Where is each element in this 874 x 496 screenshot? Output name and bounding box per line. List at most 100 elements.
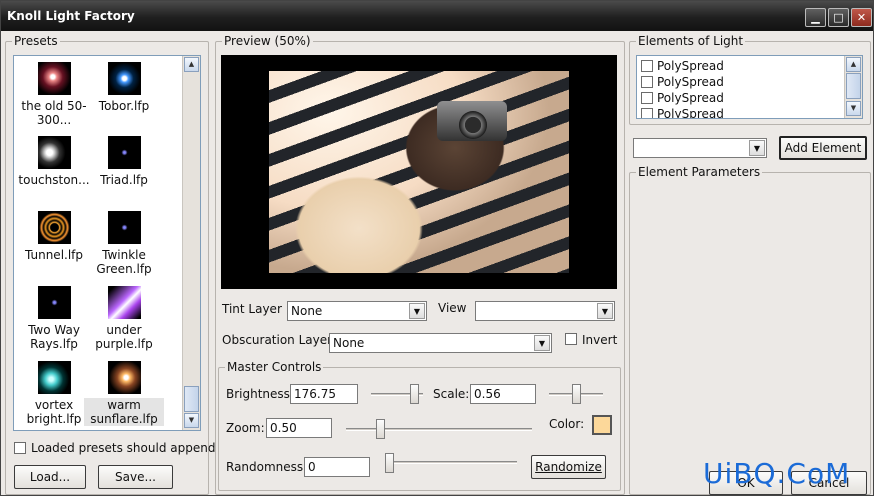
tint-layer-select[interactable]: None ▼ <box>287 301 427 321</box>
close-button[interactable]: ✕ <box>851 8 872 27</box>
preset-item[interactable]: Triad.lfp <box>84 136 164 187</box>
append-checkbox[interactable] <box>14 442 26 454</box>
preset-name: Tobor.lfp <box>98 99 150 113</box>
minimize-icon: ▁ <box>811 11 820 24</box>
scroll-up-icon[interactable]: ▲ <box>846 57 861 72</box>
brightness-label: Brightness: <box>226 387 294 401</box>
preset-item[interactable]: under purple.lfp <box>84 286 164 351</box>
save-button[interactable]: Save... <box>98 465 173 489</box>
randomness-label: Randomness: <box>226 460 308 474</box>
scroll-down-icon[interactable]: ▼ <box>846 101 861 116</box>
view-select[interactable]: ▼ <box>475 301 615 321</box>
preset-name: Tunnel.lfp <box>24 248 84 262</box>
zoom-slider-track[interactable] <box>346 428 532 431</box>
color-swatch[interactable] <box>592 415 612 435</box>
zoom-input[interactable]: 0.50 <box>266 418 332 438</box>
preset-name: touchston... <box>18 173 90 187</box>
invert-label: Invert <box>582 333 618 347</box>
preset-item[interactable]: Tobor.lfp <box>84 62 164 113</box>
preset-item[interactable]: warm sunflare.lfp <box>84 361 164 426</box>
element-checkbox[interactable] <box>641 108 653 118</box>
chevron-down-icon[interactable]: ▼ <box>597 303 613 319</box>
element-label: PolySpread <box>657 59 724 73</box>
element-list-item[interactable]: PolySpread <box>641 106 724 119</box>
preset-name: Two Way Rays.lfp <box>28 323 80 351</box>
maximize-icon: □ <box>833 11 844 24</box>
camera-lens-shape <box>459 111 487 139</box>
preset-name: Twinkle Green.lfp <box>96 248 152 276</box>
flare-sun-icon <box>107 361 141 394</box>
element-list-item[interactable]: PolySpread <box>641 74 724 90</box>
add-element-button[interactable]: Add Element <box>779 136 867 160</box>
flare-white-icon <box>37 136 71 169</box>
tint-layer-label: Tint Layer <box>222 302 282 316</box>
scale-label: Scale: <box>433 387 470 401</box>
presets-scrollbar[interactable]: ▲ ▼ <box>182 56 200 430</box>
element-checkbox[interactable] <box>641 60 653 72</box>
flare-dot-icon <box>107 211 141 244</box>
obscuration-value: None <box>333 336 365 350</box>
preset-item[interactable]: Twinkle Green.lfp <box>84 211 164 276</box>
chevron-down-icon[interactable]: ▼ <box>749 140 765 156</box>
element-label: PolySpread <box>657 91 724 105</box>
zoom-label: Zoom: <box>226 421 265 435</box>
zoom-slider-thumb[interactable] <box>376 419 385 439</box>
preset-item[interactable]: the old 50-300... <box>14 62 94 127</box>
view-label: View <box>438 301 467 315</box>
title-bar[interactable]: Knoll Light Factory ▁ □ ✕ <box>1 1 873 31</box>
chevron-down-icon[interactable]: ▼ <box>409 303 425 319</box>
element-checkbox[interactable] <box>641 76 653 88</box>
master-controls-label: Master Controls <box>225 360 324 374</box>
preset-item[interactable]: touchston... <box>14 136 94 187</box>
scroll-thumb[interactable] <box>846 73 861 99</box>
scale-slider-thumb[interactable] <box>572 384 581 404</box>
element-type-select[interactable]: ▼ <box>633 138 767 158</box>
preset-item[interactable]: Tunnel.lfp <box>14 211 94 262</box>
preview-canvas[interactable] <box>221 55 617 289</box>
flare-dot-icon <box>37 286 71 319</box>
randomness-slider-thumb[interactable] <box>385 453 394 473</box>
flare-rings-icon <box>37 211 71 244</box>
flare-warm-icon <box>37 62 71 95</box>
window-title: Knoll Light Factory <box>7 9 135 23</box>
elements-of-light-label: Elements of Light <box>636 34 746 48</box>
obscuration-layer-label: Obscuration Layer <box>222 333 333 347</box>
randomize-button[interactable]: Randomize <box>531 455 606 479</box>
preview-group-label: Preview (50%) <box>222 34 313 48</box>
load-button[interactable]: Load... <box>14 465 86 489</box>
flare-purple-icon <box>107 286 141 319</box>
knoll-light-factory-window: Knoll Light Factory ▁ □ ✕ Presets the ol… <box>0 0 874 496</box>
brightness-input[interactable]: 176.75 <box>290 384 358 404</box>
element-parameters-group: Element Parameters <box>629 165 871 495</box>
brightness-slider-thumb[interactable] <box>410 384 419 404</box>
preset-name: Triad.lfp <box>100 173 148 187</box>
randomness-input[interactable]: 0 <box>304 457 370 477</box>
element-list-item[interactable]: PolySpread <box>641 58 724 74</box>
presets-group-label: Presets <box>12 34 60 48</box>
invert-checkbox[interactable] <box>565 333 577 345</box>
element-checkbox[interactable] <box>641 92 653 104</box>
flare-blue-star-icon <box>107 62 141 95</box>
chevron-down-icon[interactable]: ▼ <box>534 335 550 351</box>
obscuration-layer-select[interactable]: None ▼ <box>329 333 552 353</box>
elements-list[interactable]: PolySpread PolySpread PolySpread PolySpread… <box>636 55 863 119</box>
preview-photo-icon <box>269 71 569 273</box>
scale-input[interactable]: 0.56 <box>470 384 536 404</box>
maximize-button[interactable]: □ <box>828 8 849 27</box>
preset-name: vortex bright.lfp <box>26 398 82 426</box>
scroll-down-icon[interactable]: ▼ <box>184 413 199 428</box>
elements-scrollbar[interactable]: ▲ ▼ <box>844 56 862 118</box>
scroll-thumb[interactable] <box>184 386 199 412</box>
watermark-logo: UiBQ.CoM <box>703 457 851 490</box>
append-label: Loaded presets should append <box>31 441 216 455</box>
minimize-button[interactable]: ▁ <box>805 8 826 27</box>
element-label: PolySpread <box>657 107 724 119</box>
preset-item[interactable]: Two Way Rays.lfp <box>14 286 94 351</box>
element-list-item[interactable]: PolySpread <box>641 90 724 106</box>
presets-list[interactable]: the old 50-300... Tobor.lfp touchston... Tr… <box>13 55 201 431</box>
flare-teal-icon <box>37 361 71 394</box>
scroll-up-icon[interactable]: ▲ <box>184 57 199 72</box>
preset-item[interactable]: vortex bright.lfp <box>14 361 94 426</box>
tint-layer-value: None <box>291 304 323 318</box>
randomness-slider-track[interactable] <box>385 461 517 464</box>
